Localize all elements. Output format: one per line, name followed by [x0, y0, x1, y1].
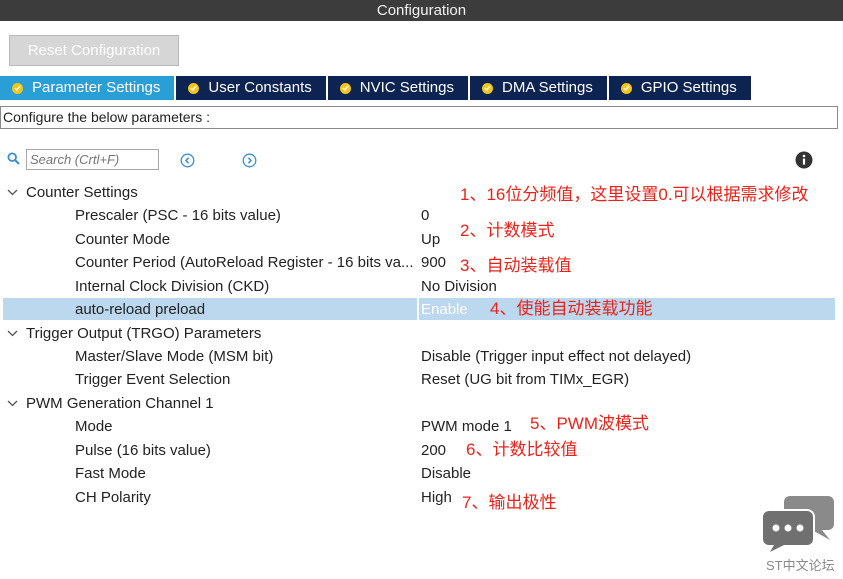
- param-row-trigger-event[interactable]: Trigger Event Selection Reset (UG bit fr…: [0, 368, 843, 391]
- tab-dma-settings[interactable]: DMA Settings: [470, 76, 607, 100]
- annotation-1: 1、16位分频值，这里设置0.可以根据需求修改: [460, 185, 809, 204]
- reset-configuration-button[interactable]: Reset Configuration: [9, 35, 179, 66]
- param-row-prescaler[interactable]: Prescaler (PSC - 16 bits value) 0: [0, 204, 843, 227]
- group-trgo-parameters[interactable]: Trigger Output (TRGO) Parameters: [0, 322, 843, 345]
- group-label: Counter Settings: [26, 184, 138, 201]
- tab-label: Parameter Settings: [32, 79, 161, 96]
- param-row-fast-mode[interactable]: Fast Mode Disable: [0, 462, 843, 485]
- param-name: Prescaler (PSC - 16 bits value): [75, 207, 281, 224]
- annotation-4: 4、使能自动装载功能: [490, 299, 653, 318]
- param-name: auto-reload preload: [75, 301, 206, 318]
- group-label: PWM Generation Channel 1: [26, 395, 214, 412]
- param-value[interactable]: High: [421, 486, 452, 509]
- param-name: Counter Period (AutoReload Register - 16…: [75, 254, 414, 271]
- description-box: Configure the below parameters :: [0, 106, 838, 129]
- tab-label: GPIO Settings: [640, 79, 737, 96]
- param-row-pwm-mode[interactable]: Mode PWM mode 1: [0, 415, 843, 438]
- param-name: Pulse (16 bits value): [75, 442, 211, 459]
- check-icon: [620, 82, 632, 94]
- param-value[interactable]: PWM mode 1: [421, 415, 512, 438]
- tab-label: NVIC Settings: [359, 79, 454, 96]
- param-row-clock-division[interactable]: Internal Clock Division (CKD) No Divisio…: [0, 275, 843, 298]
- window-title: Configuration: [0, 0, 843, 21]
- param-name: CH Polarity: [75, 489, 151, 506]
- param-row-pulse[interactable]: Pulse (16 bits value) 200: [0, 439, 843, 462]
- selection-highlight: [3, 298, 417, 320]
- info-icon[interactable]: [795, 151, 813, 174]
- param-value[interactable]: No Division: [421, 275, 497, 298]
- param-name: Mode: [75, 418, 113, 435]
- param-name: Trigger Event Selection: [75, 371, 231, 388]
- param-value[interactable]: Enable: [421, 298, 468, 321]
- param-value[interactable]: 200: [421, 439, 446, 462]
- param-name: Fast Mode: [75, 465, 146, 482]
- param-name: Internal Clock Division (CKD): [75, 278, 270, 295]
- tab-parameter-settings[interactable]: Parameter Settings: [0, 76, 175, 100]
- param-value[interactable]: 0: [421, 204, 429, 227]
- param-value[interactable]: Reset (UG bit from TIMx_EGR): [421, 368, 629, 391]
- check-icon: [12, 82, 23, 94]
- param-name: Counter Mode: [75, 231, 171, 248]
- param-value[interactable]: Up: [421, 228, 440, 251]
- tab-nvic-settings[interactable]: NVIC Settings: [327, 76, 468, 100]
- annotation-7: 7、输出极性: [462, 493, 557, 512]
- param-name: Master/Slave Mode (MSM bit): [75, 348, 274, 365]
- tab-gpio-settings[interactable]: GPIO Settings: [608, 76, 751, 100]
- forum-logo-icon: [760, 494, 836, 557]
- check-icon: [482, 82, 493, 94]
- watermark-text: ST中文论坛: [766, 558, 835, 573]
- param-value[interactable]: 900: [421, 251, 446, 274]
- search-next-icon[interactable]: [242, 153, 257, 173]
- check-icon: [339, 82, 351, 94]
- search-previous-icon[interactable]: [180, 153, 195, 173]
- settings-tabs: Parameter Settings User Constants NVIC S…: [0, 76, 753, 100]
- tab-label: User Constants: [208, 79, 312, 96]
- annotation-2: 2、计数模式: [460, 221, 555, 240]
- search-icon: [7, 152, 20, 170]
- param-row-counter-period[interactable]: Counter Period (AutoReload Register - 16…: [0, 251, 843, 274]
- param-value[interactable]: Disable (Trigger input effect not delaye…: [421, 345, 691, 368]
- param-value[interactable]: Disable: [421, 462, 471, 485]
- annotation-3: 3、自动装载值: [460, 256, 572, 275]
- param-row-counter-mode[interactable]: Counter Mode Up: [0, 228, 843, 251]
- param-row-msm[interactable]: Master/Slave Mode (MSM bit) Disable (Tri…: [0, 345, 843, 368]
- group-pwm-channel-1[interactable]: PWM Generation Channel 1: [0, 392, 843, 415]
- tab-user-constants[interactable]: User Constants: [176, 76, 326, 100]
- annotation-5: 5、PWM波模式: [530, 414, 649, 433]
- annotation-6: 6、计数比较值: [466, 440, 578, 459]
- tab-label: DMA Settings: [502, 79, 593, 96]
- group-label: Trigger Output (TRGO) Parameters: [26, 325, 262, 342]
- param-row-ch-polarity[interactable]: CH Polarity High: [0, 486, 843, 509]
- param-row-auto-reload-preload[interactable]: auto-reload preload Enable: [0, 298, 843, 321]
- search-input[interactable]: [26, 149, 159, 170]
- check-icon: [188, 82, 200, 94]
